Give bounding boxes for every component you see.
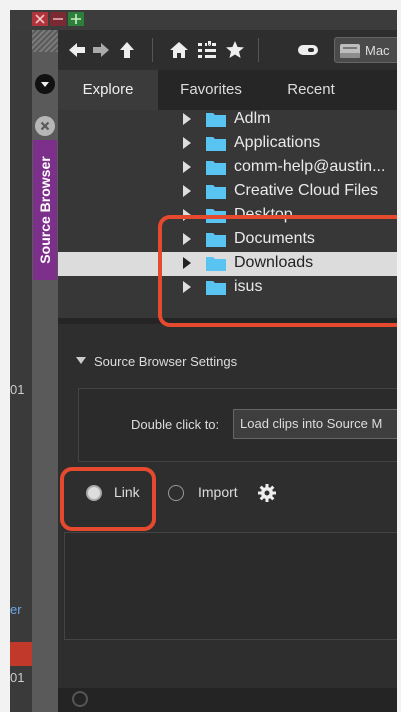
window-close-button[interactable] — [32, 12, 48, 26]
bookmarks-button[interactable] — [196, 40, 218, 60]
location-dropdown[interactable]: Mac — [334, 37, 397, 63]
window-title-strip — [10, 10, 397, 30]
folder-icon — [206, 279, 226, 295]
tab-favorites[interactable]: Favorites — [166, 70, 256, 110]
folder-label: Applications — [234, 134, 321, 151]
folder-icon — [206, 207, 226, 223]
browser-tabs: Explore Favorites Recent — [58, 70, 397, 110]
tab-explore[interactable]: Explore — [58, 70, 158, 110]
expand-arrow-icon[interactable] — [182, 256, 192, 270]
star-icon — [226, 41, 244, 58]
folder-row[interactable]: Applications — [58, 132, 397, 156]
double-click-action-select[interactable]: Load clips into Source M — [233, 409, 397, 439]
section-divider[interactable] — [58, 318, 397, 324]
folder-row[interactable]: isus — [58, 276, 397, 300]
adjacent-panel-strip: 01 er 01 — [10, 30, 32, 712]
source-browser-panel: Mac Explore Favorites Recent Adlm Applica… — [58, 30, 397, 712]
toggle-icon — [298, 45, 318, 55]
folder-label: Documents — [234, 230, 315, 247]
app-window: 01 er 01 Source Browser Mac Explore Favo… — [10, 10, 397, 712]
options-area — [64, 532, 397, 640]
expand-arrow-icon[interactable] — [182, 112, 192, 126]
toolbar-divider — [258, 38, 259, 62]
expand-arrow-icon[interactable] — [182, 232, 192, 246]
up-arrow-icon — [120, 42, 134, 58]
settings-gear-button[interactable] — [256, 482, 278, 504]
folder-label: comm-help@austin... — [234, 158, 386, 175]
tab-recent[interactable]: Recent — [268, 70, 354, 110]
folder-row[interactable]: Creative Cloud Files — [58, 180, 397, 204]
close-icon — [40, 121, 50, 131]
forward-button[interactable] — [90, 40, 112, 60]
drive-icon — [339, 42, 361, 60]
settings-heading: Source Browser Settings — [94, 354, 238, 369]
window-maximize-button[interactable] — [68, 12, 84, 26]
expand-arrow-icon[interactable] — [182, 160, 192, 174]
home-icon — [170, 42, 188, 58]
expand-arrow-icon[interactable] — [182, 184, 192, 198]
forward-arrow-icon — [93, 43, 109, 57]
panel-side-tab-column: Source Browser — [32, 30, 58, 712]
folder-icon — [206, 183, 226, 199]
import-radio-label[interactable]: Import — [198, 484, 238, 500]
window-minimize-button[interactable] — [50, 12, 66, 26]
panel-menu-button[interactable] — [35, 74, 55, 94]
tab-source-browser[interactable]: Source Browser — [33, 140, 57, 280]
folder-icon — [206, 135, 226, 151]
toolbar: Mac — [58, 30, 397, 70]
home-button[interactable] — [168, 40, 190, 60]
settings-section: Source Browser Settings Double click to:… — [58, 318, 397, 712]
folder-row[interactable]: Desktop — [58, 204, 397, 228]
status-bar — [58, 688, 397, 712]
adjacent-panel-text: 01 — [10, 382, 25, 397]
up-button[interactable] — [116, 40, 138, 60]
folder-label: Adlm — [234, 110, 271, 127]
folder-tree: Adlm Applications comm-help@austin... Creat… — [58, 110, 397, 318]
gear-icon — [258, 484, 276, 502]
panel-drag-handle[interactable] — [32, 30, 58, 52]
folder-row[interactable]: Downloads — [58, 252, 397, 276]
link-radio-label[interactable]: Link — [114, 484, 140, 500]
maximize-icon — [71, 14, 81, 24]
folder-icon — [206, 159, 226, 175]
folder-row[interactable]: Adlm — [58, 110, 397, 132]
folder-icon — [206, 111, 226, 127]
adjacent-panel-text: er — [10, 602, 22, 617]
close-panel-button[interactable] — [35, 116, 55, 136]
adjacent-panel-red-marker — [10, 642, 32, 666]
right-edge — [397, 0, 401, 712]
close-icon — [35, 14, 45, 24]
link-radio[interactable] — [86, 485, 102, 501]
folder-label: isus — [234, 278, 263, 295]
toolbar-divider — [152, 38, 153, 62]
adjacent-panel-text: 01 — [10, 670, 25, 685]
folder-row[interactable]: comm-help@austin... — [58, 156, 397, 180]
double-click-label: Double click to: — [131, 417, 220, 432]
folder-icon — [206, 255, 226, 271]
folder-label: Downloads — [234, 254, 314, 271]
back-button[interactable] — [66, 40, 88, 60]
minimize-icon — [53, 18, 63, 20]
back-arrow-icon — [69, 43, 85, 57]
folder-row[interactable]: Documents — [58, 228, 397, 252]
collapse-triangle-icon — [76, 356, 86, 366]
bookmark-list-icon — [198, 41, 216, 58]
favorite-button[interactable] — [224, 40, 246, 60]
folder-label: Desktop — [234, 206, 293, 223]
expand-arrow-icon[interactable] — [182, 208, 192, 222]
folder-icon — [206, 231, 226, 247]
expand-arrow-icon[interactable] — [182, 136, 192, 150]
dropdown-icon — [41, 82, 49, 87]
tab-source-browser-label: Source Browser — [37, 156, 53, 264]
double-click-group: Double click to: Load clips into Source … — [78, 388, 397, 462]
toggle-view-button[interactable] — [294, 40, 324, 60]
expand-arrow-icon[interactable] — [182, 280, 192, 294]
status-indicator — [72, 691, 88, 707]
location-label: Mac — [365, 43, 390, 58]
mode-radio-group: Link Import — [72, 482, 397, 506]
import-radio[interactable] — [168, 485, 184, 501]
settings-header[interactable]: Source Browser Settings — [76, 354, 237, 369]
folder-label: Creative Cloud Files — [234, 182, 379, 199]
